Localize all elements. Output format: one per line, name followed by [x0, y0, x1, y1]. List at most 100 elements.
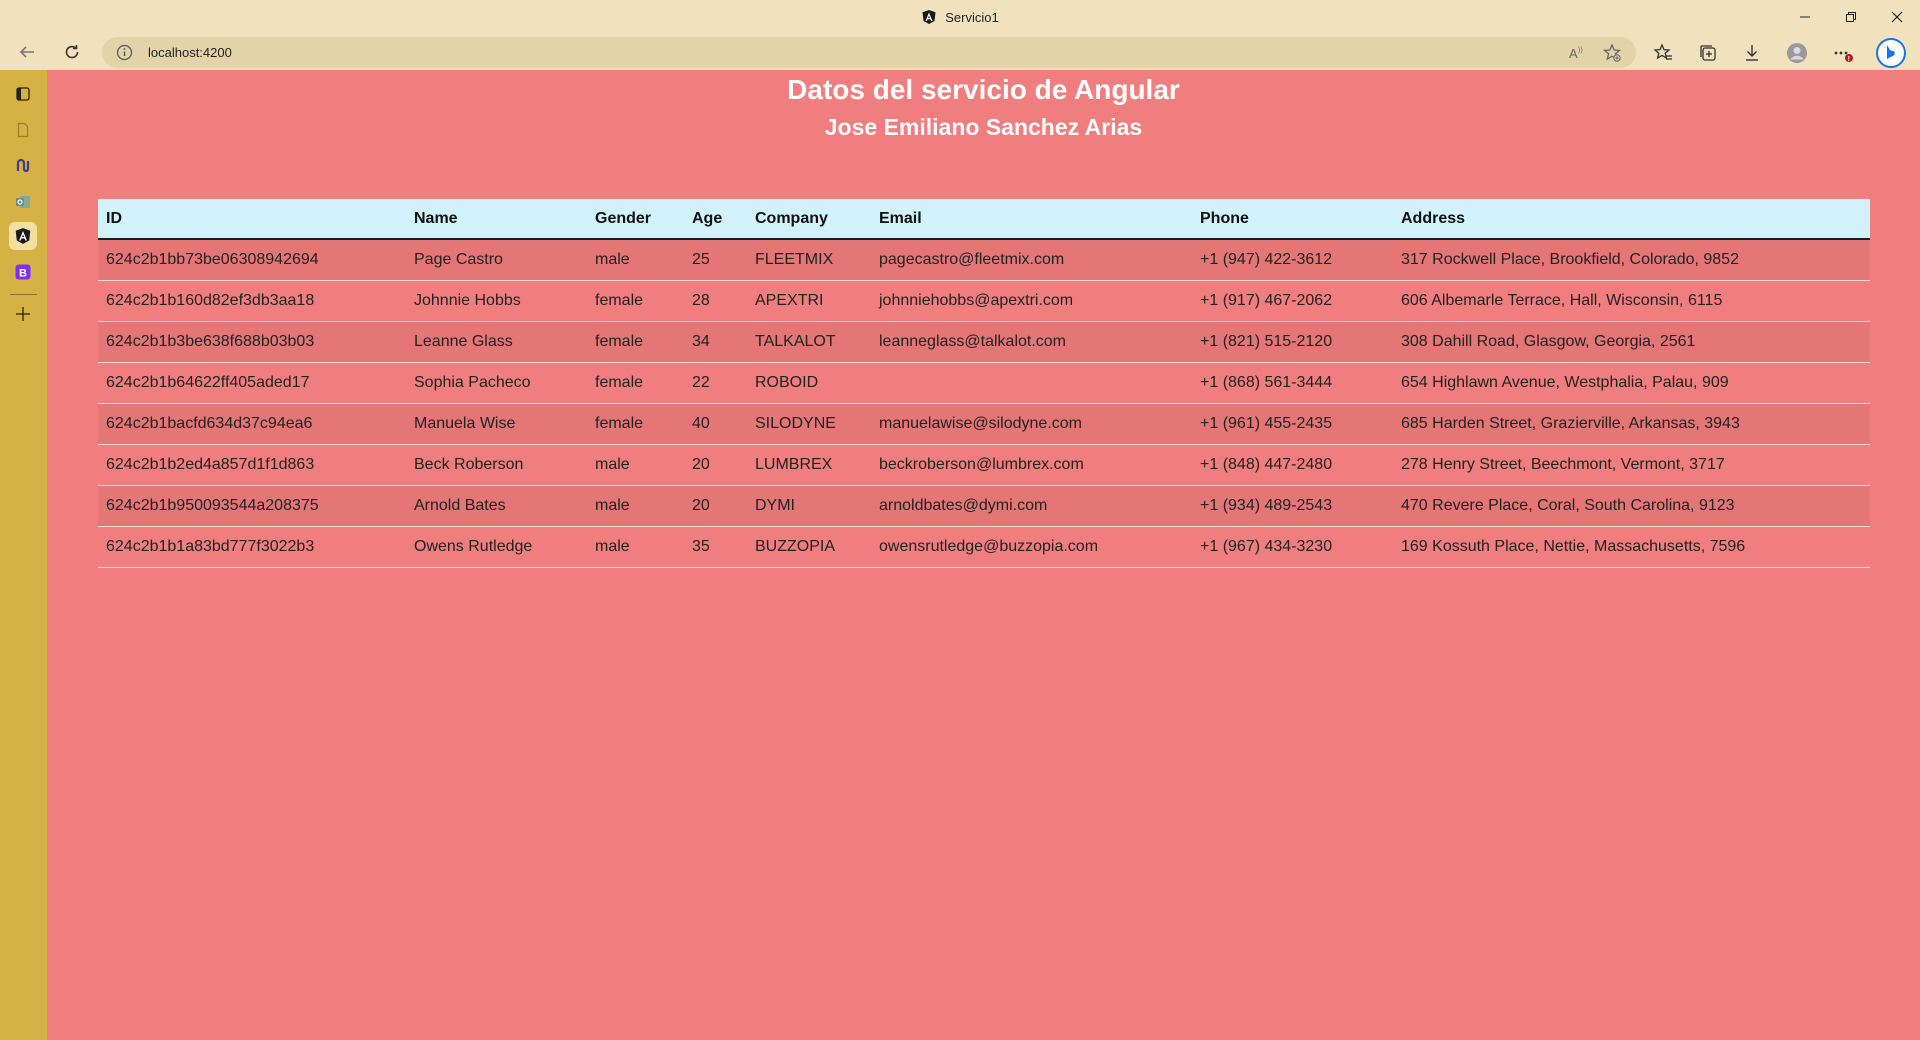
cell-name: Page Castro [406, 239, 587, 281]
refresh-button[interactable] [57, 38, 87, 66]
cell-address: 606 Albemarle Terrace, Hall, Wisconsin, … [1393, 280, 1870, 322]
cell-gender: female [587, 362, 684, 404]
cell-phone: +1 (917) 467-2062 [1192, 280, 1393, 322]
cell-age: 20 [684, 485, 747, 527]
collections-button[interactable] [1697, 42, 1719, 64]
close-button[interactable] [1874, 0, 1920, 34]
sidebar-item-outlook[interactable] [9, 188, 37, 216]
site-info-icon[interactable] [116, 44, 133, 61]
cell-id: 624c2b1b2ed4a857d1f1d863 [98, 444, 406, 486]
sidebar-item-angular[interactable] [9, 222, 37, 250]
cell-age: 28 [684, 280, 747, 322]
sidebar-item-loop[interactable] [9, 152, 37, 180]
table-row: 624c2b1b950093544a208375 Arnold Bates ma… [98, 485, 1870, 527]
back-arrow-icon [19, 46, 34, 58]
cell-age: 25 [684, 239, 747, 281]
cell-gender: female [587, 280, 684, 322]
add-favorite-icon[interactable] [1602, 43, 1622, 63]
plus-icon [16, 307, 30, 321]
cell-name: Sophia Pacheco [406, 362, 587, 404]
download-icon [1746, 45, 1758, 61]
table-body: 624c2b1bb73be06308942694 Page Castro mal… [98, 239, 1870, 568]
cell-id: 624c2b1b160d82ef3db3aa18 [98, 280, 406, 322]
angular-icon [922, 10, 936, 24]
sidebar-add-button[interactable] [9, 300, 37, 328]
profile-avatar-icon [1787, 43, 1807, 63]
svg-text:B: B [19, 268, 27, 280]
cell-phone: +1 (821) 515-2120 [1192, 321, 1393, 363]
cell-company: SILODYNE [747, 403, 871, 445]
sidebar-divider [10, 294, 37, 295]
cell-phone: +1 (868) 561-3444 [1192, 362, 1393, 404]
table-row: 624c2b1b3be638f688b03b03 Leanne Glass fe… [98, 321, 1870, 363]
back-button[interactable] [12, 38, 42, 66]
refresh-icon [65, 45, 79, 59]
sidebar-item-tab-actions[interactable] [9, 80, 37, 108]
page-subtitle: Jose Emiliano Sanchez Arias [824, 114, 1143, 140]
favorites-button[interactable] [1652, 42, 1674, 64]
column-header-name: Name [406, 199, 587, 240]
cell-gender: male [587, 239, 684, 281]
cell-name: Manuela Wise [406, 403, 587, 445]
svg-text:A: A [1569, 46, 1578, 61]
page-title: Datos del servicio de Angular [787, 74, 1180, 105]
cell-id: 624c2b1b64622ff405aded17 [98, 362, 406, 404]
column-header-id: ID [98, 199, 406, 240]
cell-gender: female [587, 403, 684, 445]
svg-text:!: ! [1848, 56, 1850, 63]
browser-toolbar: localhost:4200 A)) ! [0, 34, 1920, 70]
cell-email: owensrutledge@buzzopia.com [871, 526, 1192, 568]
page-content: Datos del servicio de Angular Jose Emili… [47, 70, 1920, 1040]
cell-company: TALKALOT [747, 321, 871, 363]
column-header-company: Company [747, 199, 871, 240]
cell-name: Owens Rutledge [406, 526, 587, 568]
settings-more-button[interactable]: ! [1832, 42, 1854, 64]
cell-company: LUMBREX [747, 444, 871, 486]
cell-address: 654 Highlawn Avenue, Westphalia, Palau, … [1393, 362, 1870, 404]
table-row: 624c2b1b64622ff405aded17 Sophia Pacheco … [98, 362, 1870, 404]
downloads-button[interactable] [1741, 42, 1763, 64]
cell-address: 308 Dahill Road, Glasgow, Georgia, 2561 [1393, 321, 1870, 363]
cell-id: 624c2b1b1a83bd777f3022b3 [98, 526, 406, 568]
cell-email: beckroberson@lumbrex.com [871, 444, 1192, 486]
table-header: ID Name Gender Age Company Email Phone A… [98, 199, 1870, 240]
cell-id: 624c2b1bacfd634d37c94ea6 [98, 403, 406, 445]
cell-phone: +1 (967) 434-3230 [1192, 526, 1393, 568]
cell-age: 20 [684, 444, 747, 486]
restore-button[interactable] [1828, 0, 1874, 34]
window-titlebar: Servicio1 [0, 0, 1920, 34]
cell-phone: +1 (934) 489-2543 [1192, 485, 1393, 527]
cell-email: manuelawise@silodyne.com [871, 403, 1192, 445]
cell-company: ROBOID [747, 362, 871, 404]
minimize-icon [1800, 16, 1810, 18]
sidebar-item-bootstrap[interactable]: B [9, 258, 37, 286]
collections-icon [1700, 45, 1716, 61]
cell-gender: male [587, 485, 684, 527]
cell-name: Johnnie Hobbs [406, 280, 587, 322]
table-row: 624c2b1bb73be06308942694 Page Castro mal… [98, 239, 1870, 281]
cell-name: Leanne Glass [406, 321, 587, 363]
minimize-button[interactable] [1782, 0, 1828, 34]
cell-email: leanneglass@talkalot.com [871, 321, 1192, 363]
url-text[interactable]: localhost:4200 [148, 45, 232, 60]
window-title: Servicio1 [945, 9, 999, 25]
column-header-email: Email [871, 199, 1192, 240]
cell-phone: +1 (947) 422-3612 [1192, 239, 1393, 281]
cell-age: 35 [684, 526, 747, 568]
table-row: 624c2b1b2ed4a857d1f1d863 Beck Roberson m… [98, 444, 1870, 486]
column-header-age: Age [684, 199, 747, 240]
cell-company: BUZZOPIA [747, 526, 871, 568]
read-aloud-icon[interactable]: A)) [1568, 44, 1586, 62]
address-bar[interactable]: localhost:4200 A)) [102, 37, 1636, 68]
angular-icon [15, 228, 31, 244]
cell-phone: +1 (961) 455-2435 [1192, 403, 1393, 445]
column-header-gender: Gender [587, 199, 684, 240]
profile-button[interactable] [1786, 42, 1808, 64]
people-table: ID Name Gender Age Company Email Phone A… [98, 199, 1870, 568]
cell-company: APEXTRI [747, 280, 871, 322]
cell-age: 34 [684, 321, 747, 363]
sidebar-item-document[interactable] [9, 116, 37, 144]
cell-address: 685 Harden Street, Grazierville, Arkansa… [1393, 403, 1870, 445]
bing-copilot-button[interactable] [1876, 38, 1906, 68]
more-options-icon: ! [1834, 51, 1853, 63]
